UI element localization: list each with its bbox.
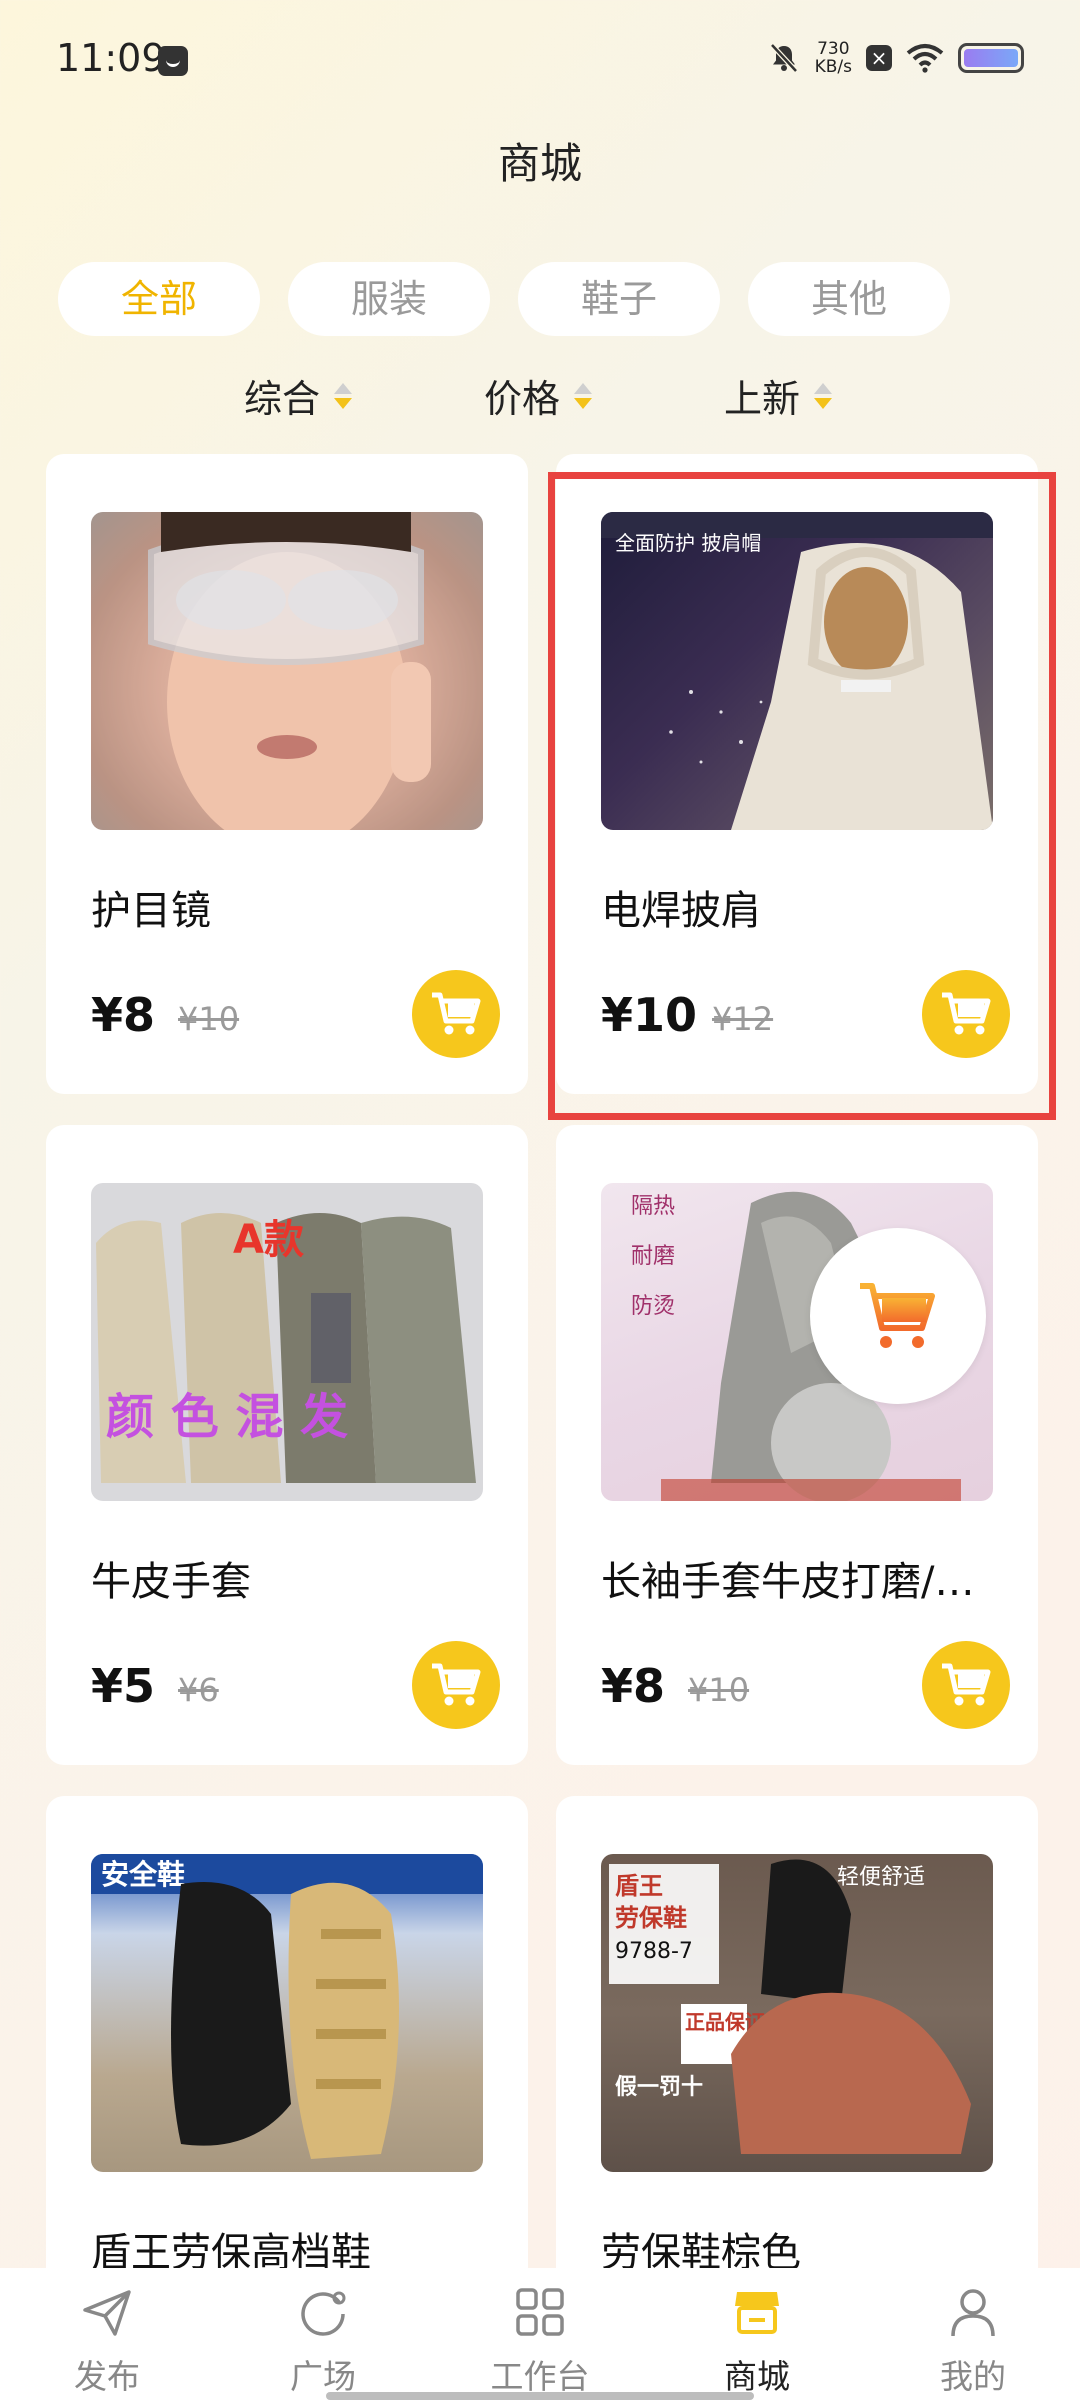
image-caption: 颜 色 混 发 bbox=[106, 1389, 348, 1445]
product-price: ¥5 bbox=[91, 1659, 156, 1713]
product-original-price: ¥12 bbox=[712, 1000, 774, 1038]
home-indicator[interactable] bbox=[326, 2392, 754, 2400]
image-caption: 9788-7 bbox=[615, 1939, 693, 1964]
nav-label: 工作台 bbox=[490, 2357, 590, 2396]
product-price: ¥8 bbox=[601, 1659, 666, 1713]
product-original-price: ¥6 bbox=[178, 1671, 219, 1709]
product-image-brown-shoes: 盾王 劳保鞋 9788-7 正品保证 假一罚十 轻便舒适 bbox=[601, 1854, 993, 2172]
image-caption: 耐磨 bbox=[631, 1244, 675, 1269]
bottom-nav: 发布 广场 工作台 商城 我的 bbox=[0, 2268, 1080, 2408]
sort-arrows-icon bbox=[814, 382, 833, 409]
product-image-goggles bbox=[91, 512, 483, 830]
user-icon bbox=[951, 2289, 995, 2337]
product-original-price: ¥10 bbox=[178, 1000, 240, 1038]
sort-arrows-icon bbox=[574, 382, 593, 409]
add-to-cart-button[interactable] bbox=[412, 970, 500, 1058]
product-image-safety-shoes: 安全鞋 bbox=[91, 1854, 483, 2172]
image-caption: A款 bbox=[233, 1217, 304, 1263]
product-price: ¥10 bbox=[601, 988, 698, 1042]
cart-icon bbox=[942, 992, 991, 1035]
image-caption: 轻便舒适 bbox=[837, 1865, 925, 1890]
app-notification-icon bbox=[158, 46, 188, 76]
battery-icon bbox=[958, 43, 1024, 73]
add-to-cart-button[interactable] bbox=[922, 970, 1010, 1058]
page-title: 商城 bbox=[497, 139, 582, 188]
product-price: ¥8 bbox=[91, 988, 156, 1042]
network-speed: 730 KB/s bbox=[815, 40, 852, 76]
product-card[interactable]: 护目镜 ¥8 ¥10 bbox=[46, 454, 528, 1094]
cart-icon bbox=[942, 1663, 991, 1706]
product-name: 长袖手套牛皮打磨/… bbox=[601, 1559, 975, 1605]
tab-other[interactable]: 其他 bbox=[748, 262, 950, 336]
image-caption: 安全鞋 bbox=[101, 1858, 185, 1891]
sort-comprehensive[interactable]: 综合 bbox=[244, 368, 353, 423]
floating-cart-button[interactable] bbox=[810, 1228, 986, 1404]
nav-label: 商城 bbox=[724, 2357, 790, 2396]
product-name: 护目镜 bbox=[91, 888, 211, 934]
product-name: 牛皮手套 bbox=[91, 1559, 251, 1605]
status-time: 11:09 bbox=[56, 36, 166, 80]
image-caption: 劳保鞋 bbox=[615, 1904, 687, 1932]
cart-icon bbox=[432, 992, 481, 1035]
nav-item-mine[interactable]: 我的 bbox=[898, 2268, 1048, 2398]
nav-item-workbench[interactable]: 工作台 bbox=[465, 2268, 615, 2398]
tab-clothing[interactable]: 服装 bbox=[288, 262, 490, 336]
product-card[interactable]: A款 颜 色 混 发 牛皮手套 ¥5 ¥6 bbox=[46, 1125, 528, 1765]
nav-label: 发布 bbox=[74, 2357, 140, 2396]
image-caption: 隔热 bbox=[631, 1194, 675, 1219]
paper-plane-icon bbox=[83, 2290, 131, 2336]
add-to-cart-button[interactable] bbox=[412, 1641, 500, 1729]
image-caption: 盾王 bbox=[615, 1872, 663, 1900]
product-image-welding-hood: 全面防护 披肩帽 bbox=[601, 512, 993, 830]
add-to-cart-button[interactable] bbox=[922, 1641, 1010, 1729]
image-caption: 假一罚十 bbox=[615, 2075, 703, 2100]
store-icon bbox=[735, 2292, 779, 2334]
image-caption: 防烫 bbox=[631, 1294, 675, 1319]
network-speed-unit: KB/s bbox=[814, 57, 852, 77]
tab-all[interactable]: 全部 bbox=[58, 262, 260, 336]
image-caption: 全面防护 披肩帽 bbox=[615, 531, 761, 555]
circle-refresh-icon bbox=[301, 2291, 346, 2336]
product-card[interactable]: 隔热 耐磨 防烫 长袖手套牛皮打磨/… ¥8 ¥10 bbox=[556, 1125, 1038, 1765]
nav-label: 我的 bbox=[940, 2357, 1006, 2396]
nav-label: 广场 bbox=[290, 2357, 356, 2396]
cart-icon bbox=[432, 1663, 481, 1706]
wifi-icon bbox=[906, 44, 944, 73]
sort-arrows-icon bbox=[334, 382, 353, 409]
grid-icon bbox=[516, 2288, 564, 2336]
cart-icon bbox=[860, 1283, 935, 1348]
close-box-icon: × bbox=[866, 45, 892, 71]
product-original-price: ¥10 bbox=[688, 1671, 750, 1709]
nav-item-store[interactable]: 商城 bbox=[682, 2268, 832, 2398]
product-card[interactable]: 全面防护 披肩帽 电焊披肩 ¥10 ¥12 bbox=[556, 454, 1038, 1094]
product-name: 电焊披肩 bbox=[601, 888, 761, 934]
nav-item-publish[interactable]: 发布 bbox=[32, 2268, 182, 2398]
sort-new-label: 上新 bbox=[724, 377, 801, 421]
network-speed-value: 730 bbox=[817, 39, 850, 59]
product-image-leather-gloves: A款 颜 色 混 发 bbox=[91, 1183, 483, 1501]
tab-shoes[interactable]: 鞋子 bbox=[518, 262, 720, 336]
category-tabs: 全部 服装 鞋子 其他 bbox=[58, 262, 950, 336]
status-icons: 730 KB/s × bbox=[767, 40, 1024, 76]
sort-price[interactable]: 价格 bbox=[484, 368, 593, 423]
sort-price-label: 价格 bbox=[484, 377, 561, 421]
mute-bell-icon bbox=[769, 43, 798, 73]
sort-comprehensive-label: 综合 bbox=[244, 377, 321, 421]
sort-bar: 综合 价格 上新 bbox=[0, 368, 1080, 428]
status-bar: 11:09 730 KB/s × bbox=[0, 0, 1080, 120]
nav-item-square[interactable]: 广场 bbox=[248, 2268, 398, 2398]
sort-new[interactable]: 上新 bbox=[724, 368, 833, 423]
